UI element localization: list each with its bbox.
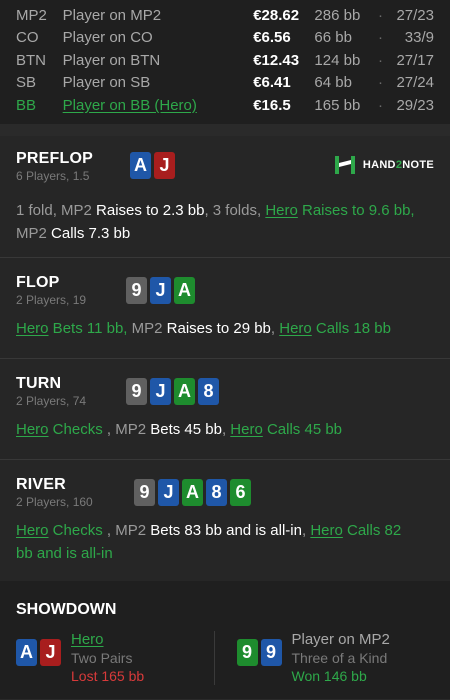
street-subtitle: 2 Players, 160: [16, 495, 93, 509]
hero-name-link[interactable]: Player on BB (Hero): [63, 97, 254, 114]
separator: ·: [378, 51, 384, 69]
card: J: [40, 639, 61, 666]
player-row-hero: BB Player on BB (Hero) €16.5 165 bb · 29…: [16, 94, 434, 117]
villain-cards: 9 9: [236, 639, 282, 666]
card: 8: [206, 479, 227, 506]
section-gap: [0, 124, 450, 136]
showdown-villain: 9 9 Player on MP2 Three of a Kind Won 14…: [213, 631, 435, 685]
card: 9: [236, 639, 258, 666]
player-stack: €6.41: [253, 74, 291, 92]
result-lost: Lost 165 bb: [71, 668, 145, 684]
player-row: BTN Player on BTN €12.43 124 bb · 27/17: [16, 49, 434, 72]
player-stack: €6.56: [253, 29, 291, 47]
player-position: SB: [16, 74, 37, 92]
card: J: [154, 152, 175, 179]
card: J: [150, 378, 171, 405]
card: A: [130, 152, 151, 179]
card: 9: [134, 479, 155, 506]
player-row: CO Player on CO €6.56 66 bb · 33/9: [16, 27, 434, 50]
player-stack-bb: 124 bb: [314, 51, 361, 69]
hero-link[interactable]: Hero: [16, 421, 49, 438]
hero-link[interactable]: Hero: [16, 320, 49, 337]
hand-rank: Three of a Kind: [291, 650, 388, 666]
player-stack: €12.43: [253, 51, 300, 69]
street-subtitle: 6 Players, 1.5: [16, 169, 90, 183]
player-stats: 27/24: [396, 74, 434, 92]
player-stats: 27/23: [396, 6, 434, 24]
separator: ·: [378, 74, 384, 92]
hero-link[interactable]: Hero: [279, 320, 312, 337]
card: A: [174, 378, 195, 405]
street-title: TURN: [16, 375, 62, 392]
player-stats: 29/23: [396, 96, 434, 114]
player-position: BTN: [16, 51, 46, 69]
card: 9: [126, 378, 147, 405]
hand2note-logo-text: HAND2NOTE: [362, 159, 434, 171]
hero-link[interactable]: Hero: [265, 202, 298, 219]
street-actions: Hero Bets 11 bb, MP2 Raises to 29 bb, He…: [16, 320, 391, 337]
card: 8: [198, 378, 219, 405]
player-stack-bb: 165 bb: [314, 96, 361, 114]
street-turn: TURN 2 Players, 74 9 J A 8 Hero Checks ,…: [0, 359, 450, 460]
player-row: MP2 Player on MP2 €28.62 286 bb · 27/23: [16, 4, 434, 27]
player-position: BB: [16, 96, 37, 114]
street-actions: 1 fold, MP2 Raises to 2.3 bb, 3 folds, H…: [16, 202, 415, 242]
card: 9: [126, 277, 147, 304]
street-title: PREFLOP: [16, 150, 93, 167]
street-actions: Hero Checks , MP2 Bets 45 bb, Hero Calls…: [16, 421, 343, 438]
card: A: [16, 639, 37, 666]
player-name[interactable]: Player on CO: [63, 29, 254, 46]
card: J: [150, 277, 171, 304]
street-flop: FLOP 2 Players, 19 9 J A Hero Bets 11 bb…: [0, 258, 450, 359]
player-stack-bb: 64 bb: [314, 74, 352, 92]
player-stack: €28.62: [253, 6, 300, 24]
player-stack-bb: 286 bb: [314, 6, 361, 24]
street-river: RIVER 2 Players, 160 9 J A 8 6 Hero Chec…: [0, 460, 450, 581]
hero-link[interactable]: Hero: [230, 421, 263, 438]
board-cards: 9 J A: [126, 277, 195, 304]
hand2note-logo-icon: [334, 156, 355, 174]
hero-link[interactable]: Hero: [310, 522, 343, 539]
player-name[interactable]: Player on MP2: [63, 7, 254, 24]
hand-rank: Two Pairs: [71, 650, 133, 666]
street-subtitle: 2 Players, 74: [16, 394, 87, 408]
separator: ·: [378, 29, 384, 47]
street-title: FLOP: [16, 274, 60, 291]
player-name[interactable]: Player on BTN: [63, 52, 254, 69]
player-stats: 33/9: [404, 29, 434, 47]
hand2note-logo: HAND2NOTE: [334, 154, 434, 176]
street-title: RIVER: [16, 476, 66, 493]
villain-name[interactable]: Player on MP2: [292, 631, 390, 649]
players-table: MP2 Player on MP2 €28.62 286 bb · 27/23 …: [0, 0, 450, 124]
player-stack: €16.5: [253, 96, 291, 114]
board-cards: 9 J A 8 6: [134, 479, 251, 506]
result-won: Won 146 bb: [291, 668, 367, 684]
street-actions: Hero Checks , MP2 Bets 83 bb and is all-…: [16, 522, 402, 562]
hero-link[interactable]: Hero: [71, 631, 144, 649]
showdown-section: SHOWDOWN A J Hero Two Pairs Lost 165 bb …: [0, 581, 450, 699]
card: 6: [230, 479, 251, 506]
separator: ·: [378, 96, 384, 114]
showdown-title: SHOWDOWN: [16, 601, 117, 618]
card: A: [182, 479, 203, 506]
separator: ·: [378, 6, 384, 24]
street-subtitle: 2 Players, 19: [16, 293, 87, 307]
player-stats: 27/17: [396, 51, 434, 69]
player-position: MP2: [16, 6, 47, 24]
player-name[interactable]: Player on SB: [63, 74, 254, 91]
card: 9: [260, 639, 282, 666]
player-stack-bb: 66 bb: [314, 29, 352, 47]
hero-hole-cards: A J: [130, 152, 175, 179]
player-row: SB Player on SB €6.41 64 bb · 27/24: [16, 72, 434, 95]
hero-link[interactable]: Hero: [16, 522, 49, 539]
hero-cards: A J: [16, 639, 61, 666]
card: A: [174, 277, 195, 304]
board-cards: 9 J A 8: [126, 378, 219, 405]
card: J: [158, 479, 179, 506]
player-position: CO: [16, 29, 39, 47]
showdown-hero: A J Hero Two Pairs Lost 165 bb: [16, 631, 214, 685]
street-preflop: PREFLOP 6 Players, 1.5 A J HAND2NOTE 1 f…: [0, 136, 450, 258]
